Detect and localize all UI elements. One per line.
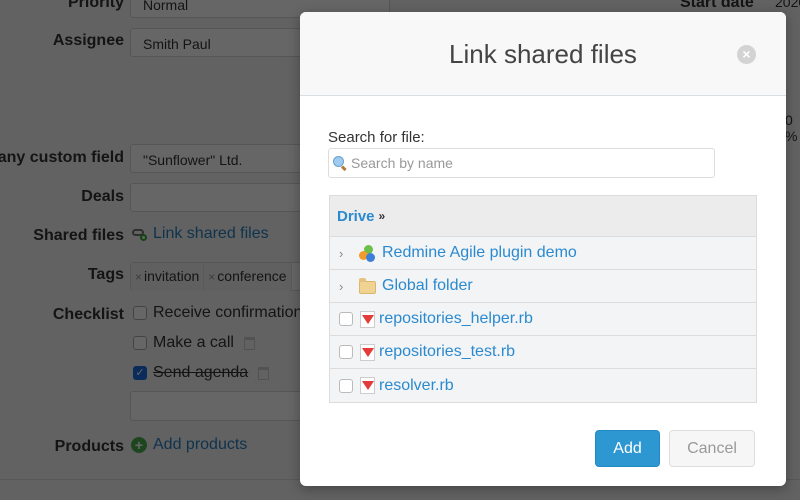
file-checkbox[interactable] [339, 312, 353, 326]
add-button[interactable]: Add [595, 430, 660, 467]
close-circle-icon[interactable]: × [737, 45, 756, 64]
ruby-file-icon [360, 310, 375, 328]
chevron-right-icon[interactable]: › [339, 279, 347, 294]
list-item-project[interactable]: › Redmine Agile plugin demo [330, 237, 756, 270]
file-browser: Drive » › Redmine Agile plugin demo › Gl… [329, 195, 757, 403]
dialog-header: Link shared files × [300, 12, 786, 96]
chevron-right-icon[interactable]: › [339, 246, 347, 261]
file-checkbox[interactable] [339, 345, 353, 359]
link-shared-files-dialog: Link shared files × Search for file: Dri… [300, 12, 786, 486]
cancel-button[interactable]: Cancel [669, 430, 755, 467]
breadcrumb-drive[interactable]: Drive [337, 208, 375, 225]
list-item-file[interactable]: repositories_test.rb [330, 336, 756, 369]
folder-icon [359, 277, 376, 294]
project-icon [359, 244, 376, 262]
ruby-file-icon [360, 377, 375, 394]
list-item-file[interactable]: repositories_helper.rb [330, 303, 756, 336]
item-name[interactable]: Global folder [382, 277, 473, 295]
file-checkbox[interactable] [339, 378, 353, 393]
list-item-folder[interactable]: › Global folder [330, 270, 756, 303]
item-name[interactable]: Redmine Agile plugin demo [382, 244, 577, 262]
search-icon [333, 156, 347, 170]
dialog-title: Link shared files [449, 39, 637, 69]
item-name[interactable]: repositories_test.rb [379, 343, 515, 361]
breadcrumb-separator: » [378, 209, 386, 223]
list-item-file[interactable]: resolver.rb [330, 369, 756, 402]
item-name[interactable]: resolver.rb [379, 377, 454, 395]
search-field[interactable] [328, 148, 715, 178]
breadcrumb: Drive » [330, 196, 756, 237]
search-input[interactable] [347, 155, 714, 171]
item-name[interactable]: repositories_helper.rb [379, 310, 533, 328]
search-label: Search for file: [328, 129, 425, 146]
ruby-file-icon [360, 343, 375, 361]
